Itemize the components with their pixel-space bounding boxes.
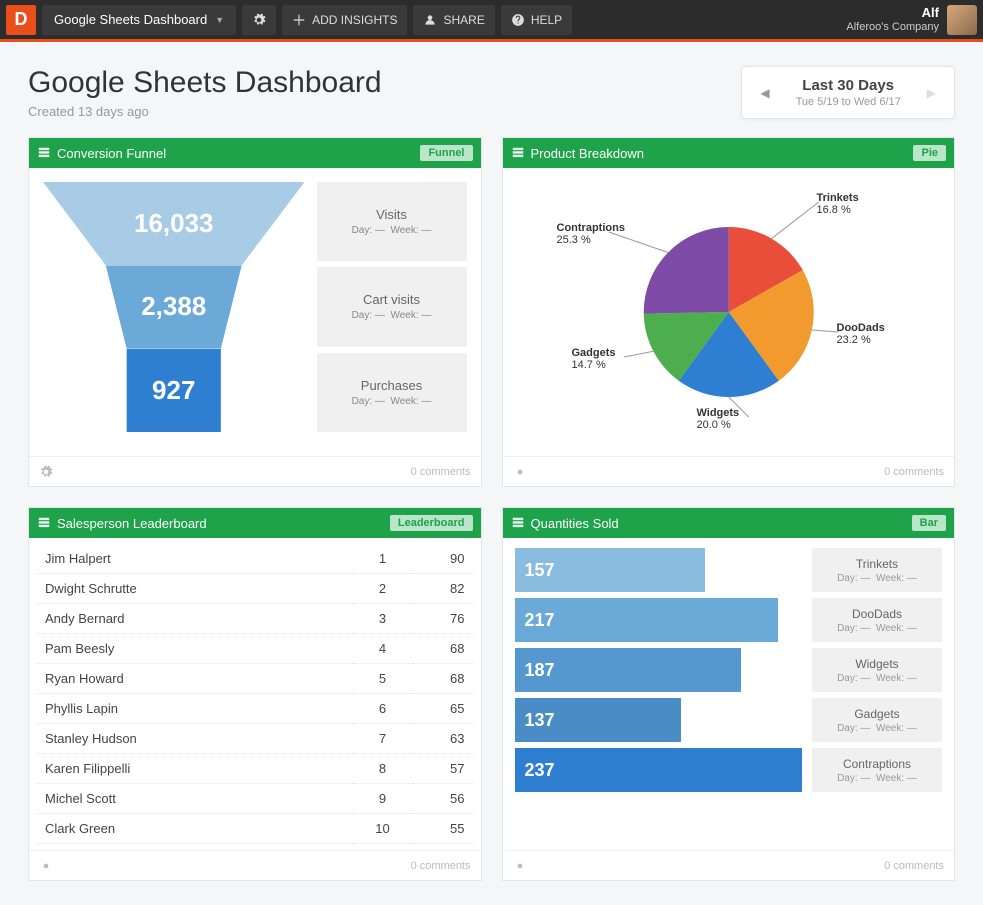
comments-count[interactable]: 0 comments [884,466,944,478]
card-product-breakdown: Product Breakdown Pie Trinkets16.8 % DooD… [502,137,956,487]
bar-label: GadgetsDay: — Week: — [812,698,942,742]
card-type-badge: Funnel [420,145,472,161]
funnel-stage-label: VisitsDay: — Week: — [317,182,467,261]
avatar[interactable] [947,5,977,35]
table-row: Stanley Hudson763 [37,724,473,754]
settings-button[interactable] [242,5,276,35]
leaderboard-table: Jim Halpert190Dwight Schrutte282Andy Ber… [37,544,473,844]
card-title: Product Breakdown [531,146,644,161]
table-row: Pam Beesly468 [37,634,473,664]
table-row: Michel Scott956 [37,784,473,814]
share-button[interactable]: SHARE [413,5,494,35]
pie-slice-label: DooDads23.2 % [837,322,885,346]
table-icon [511,516,525,530]
user-name: Alf [846,5,939,21]
date-next-icon[interactable]: ▶ [927,86,936,100]
bar-row: 187 WidgetsDay: — Week: — [515,648,943,692]
card-header: Conversion Funnel Funnel [29,138,481,168]
table-row: Dwight Schrutte282 [37,574,473,604]
bar-chart: 157 TrinketsDay: — Week: — 217 DooDadsDa… [503,538,955,850]
bar-segment: 217 [515,598,778,642]
card-leaderboard: Salesperson Leaderboard Leaderboard Jim … [28,507,482,881]
card-conversion-funnel: Conversion Funnel Funnel 16,0332,388927 … [28,137,482,487]
bar-row: 137 GadgetsDay: — Week: — [515,698,943,742]
add-insights-label: ADD INSIGHTS [312,13,397,27]
table-row: Karen Filippelli857 [37,754,473,784]
table-row: Clark Green1055 [37,814,473,844]
help-icon [511,13,525,27]
user-company: Alferoo's Company [846,21,939,34]
comments-count[interactable]: 0 comments [411,860,471,872]
card-gear-icon[interactable] [39,859,53,873]
bar-segment: 157 [515,548,705,592]
card-title: Salesperson Leaderboard [57,516,207,531]
chevron-down-icon: ▼ [215,15,224,25]
pie-slice-label: Widgets20.0 % [697,407,740,431]
card-header: Product Breakdown Pie [503,138,955,168]
bar-row: 157 TrinketsDay: — Week: — [515,548,943,592]
funnel-stage-label: PurchasesDay: — Week: — [317,353,467,432]
card-header: Quantities Sold Bar [503,508,955,538]
add-insights-button[interactable]: ADD INSIGHTS [282,5,407,35]
pie-slice-label: Trinkets16.8 % [817,192,859,216]
pie-slice-label: Gadgets14.7 % [572,347,616,371]
card-gear-icon[interactable] [39,465,53,479]
card-title: Conversion Funnel [57,146,166,161]
user-block[interactable]: Alf Alferoo's Company [846,5,977,35]
funnel-stage-label: Cart visitsDay: — Week: — [317,267,467,346]
bar-label: TrinketsDay: — Week: — [812,548,942,592]
page-title: Google Sheets Dashboard [28,66,382,100]
funnel-segment: 16,033 [43,182,305,265]
bar-segment: 187 [515,648,742,692]
card-header: Salesperson Leaderboard Leaderboard [29,508,481,538]
card-gear-icon[interactable] [513,465,527,479]
card-title: Quantities Sold [531,516,619,531]
date-prev-icon[interactable]: ◀ [760,86,769,100]
top-bar: D Google Sheets Dashboard ▼ ADD INSIGHTS… [0,0,983,42]
help-button[interactable]: HELP [501,5,572,35]
date-range-picker[interactable]: ◀ Last 30 Days Tue 5/19 to Wed 6/17 ▶ [741,66,955,119]
card-type-badge: Pie [913,145,946,161]
plus-icon [292,13,306,27]
funnel-segment: 2,388 [43,265,305,348]
table-row: Andy Bernard376 [37,604,473,634]
funnel-chart: 16,0332,388927 [43,182,305,432]
card-type-badge: Bar [912,515,946,531]
table-icon [37,146,51,160]
bar-label: WidgetsDay: — Week: — [812,648,942,692]
user-icon [423,13,437,27]
date-range-text: Tue 5/19 to Wed 6/17 [796,96,901,108]
card-type-badge: Leaderboard [390,515,473,531]
bar-row: 217 DooDadsDay: — Week: — [515,598,943,642]
table-row: Ryan Howard568 [37,664,473,694]
gear-icon [252,13,266,27]
pie-slice-label: Contraptions25.3 % [557,222,625,246]
table-row: Jim Halpert190 [37,544,473,574]
page-subtitle: Created 13 days ago [28,104,382,119]
bar-segment: 237 [515,748,803,792]
dashboard-selector[interactable]: Google Sheets Dashboard ▼ [42,5,236,35]
bar-label: ContraptionsDay: — Week: — [812,748,942,792]
comments-count[interactable]: 0 comments [884,860,944,872]
table-icon [511,146,525,160]
app-logo[interactable]: D [6,5,36,35]
bar-row: 237 ContraptionsDay: — Week: — [515,748,943,792]
table-row: Phyllis Lapin665 [37,694,473,724]
pie-chart: Trinkets16.8 % DooDads23.2 % Widgets20.0 %… [517,182,941,442]
date-range-label: Last 30 Days [796,77,901,94]
funnel-segment: 927 [43,349,305,432]
bar-label: DooDadsDay: — Week: — [812,598,942,642]
dashboard-name: Google Sheets Dashboard [54,12,207,27]
help-label: HELP [531,13,562,27]
table-icon [37,516,51,530]
card-quantities-sold: Quantities Sold Bar 157 TrinketsDay: — W… [502,507,956,881]
bar-segment: 137 [515,698,681,742]
card-gear-icon[interactable] [513,859,527,873]
share-label: SHARE [443,13,484,27]
comments-count[interactable]: 0 comments [411,466,471,478]
